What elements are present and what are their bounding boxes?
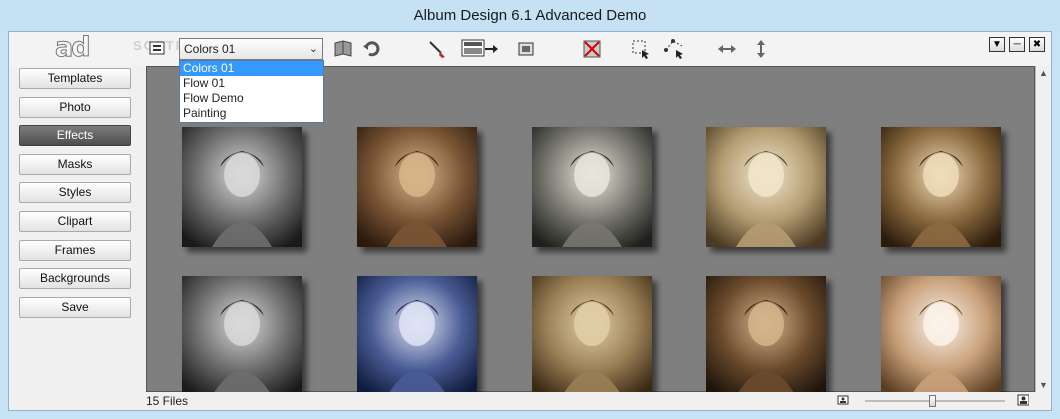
menu-dropdown-button[interactable]: ▼ xyxy=(989,37,1005,52)
zoom-slider-thumb[interactable] xyxy=(929,395,936,407)
gallery-scrollbar[interactable]: ▲ ▼ xyxy=(1035,66,1051,392)
delete-icon[interactable] xyxy=(580,37,604,61)
preset-option[interactable]: Flow 01 xyxy=(180,76,323,91)
preset-option[interactable]: Flow Demo xyxy=(180,91,323,106)
effect-thumbnail[interactable] xyxy=(357,276,477,396)
effect-thumbnail[interactable] xyxy=(532,276,652,396)
select-icon[interactable] xyxy=(629,37,653,61)
file-count: 15 Files xyxy=(146,394,189,408)
preset-option[interactable]: Painting xyxy=(180,106,323,121)
app-client-area: ad SOFTPEDIA Colors 01 ⌄ xyxy=(8,31,1052,411)
preset-select-value: Colors 01 xyxy=(184,42,236,56)
rotate-select-icon[interactable] xyxy=(662,37,686,61)
preset-option[interactable]: Colors 01 xyxy=(180,61,323,76)
chevron-down-icon[interactable]: ⌄ xyxy=(309,39,318,59)
sidebar-item-save[interactable]: Save xyxy=(19,296,131,318)
preset-select[interactable]: Colors 01 ⌄ xyxy=(179,38,323,60)
effect-thumbnail[interactable] xyxy=(182,276,302,396)
small-image-icon[interactable] xyxy=(514,37,538,61)
sidebar-item-styles[interactable]: Styles xyxy=(19,182,131,204)
effect-thumbnail[interactable] xyxy=(357,127,477,247)
window-titlebar: Album Design 6.1 Advanced Demo xyxy=(0,0,1060,31)
book-icon[interactable] xyxy=(331,37,355,61)
zoom-out-icon[interactable] xyxy=(837,394,849,406)
layout-icon[interactable] xyxy=(146,37,170,61)
close-button[interactable]: ✖ xyxy=(1029,37,1045,52)
effect-thumbnail[interactable] xyxy=(706,276,826,396)
sidebar: Templates Photo Effects Masks Styles Cli… xyxy=(19,68,133,325)
status-bar: 15 Files xyxy=(9,392,1051,410)
undo-icon[interactable] xyxy=(360,37,384,61)
scroll-up-icon[interactable]: ▲ xyxy=(1039,68,1048,78)
effect-thumbnail[interactable] xyxy=(881,127,1001,247)
apply-effect-icon[interactable] xyxy=(461,37,501,61)
effect-thumbnail[interactable] xyxy=(532,127,652,247)
app-logo: ad xyxy=(55,32,92,63)
sidebar-item-templates[interactable]: Templates xyxy=(19,68,131,89)
sidebar-item-frames[interactable]: Frames xyxy=(19,239,131,261)
scroll-down-icon[interactable]: ▼ xyxy=(1039,380,1048,390)
effect-thumbnail[interactable] xyxy=(881,276,1001,396)
brush-icon[interactable] xyxy=(425,37,449,61)
window-title: Album Design 6.1 Advanced Demo xyxy=(413,7,647,24)
effect-thumbnail[interactable] xyxy=(182,127,302,247)
zoom-in-icon[interactable] xyxy=(1017,394,1029,406)
sidebar-item-backgrounds[interactable]: Backgrounds xyxy=(19,268,131,290)
preset-dropdown-list: Colors 01 Flow 01 Flow Demo Painting xyxy=(179,60,324,123)
sidebar-item-effects[interactable]: Effects xyxy=(19,125,131,147)
sidebar-item-clipart[interactable]: Clipart xyxy=(19,210,131,232)
sidebar-item-masks[interactable]: Masks xyxy=(19,153,131,175)
flip-horizontal-icon[interactable] xyxy=(715,37,739,61)
effect-thumbnail[interactable] xyxy=(706,127,826,247)
sidebar-item-photo[interactable]: Photo xyxy=(19,96,131,118)
minimize-button[interactable]: ─ xyxy=(1009,37,1025,52)
flip-vertical-icon[interactable] xyxy=(749,37,773,61)
toolbar: ad SOFTPEDIA Colors 01 ⌄ xyxy=(9,32,1051,66)
